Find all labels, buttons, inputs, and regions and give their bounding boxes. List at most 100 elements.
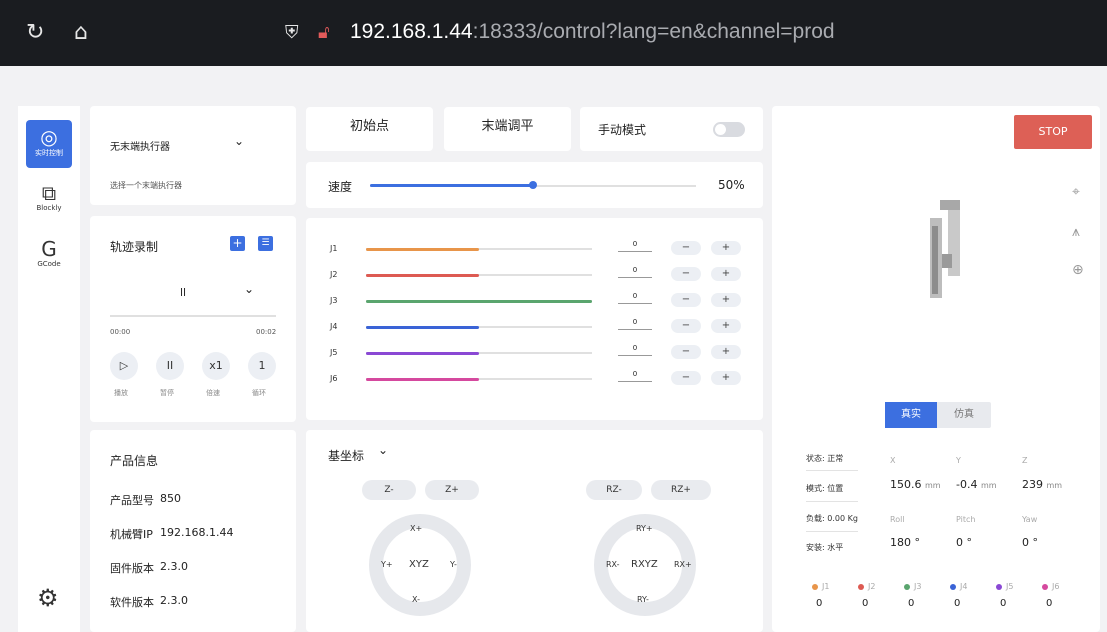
joint-fill: [366, 377, 479, 381]
product-row-value: 2.3.0: [160, 594, 188, 607]
joint-minus-button[interactable]: −: [671, 267, 701, 281]
nav-blockly[interactable]: ⧉ Blockly: [26, 176, 72, 224]
puzzle-icon: ⧉: [41, 181, 57, 205]
joint-value-input[interactable]: 0: [618, 342, 652, 356]
product-info-card: 产品信息 产品型号 850 机械臂IP 192.168.1.44 固件版本 2.3.0 软件…: [90, 430, 296, 632]
x-plus-button[interactable]: X+: [410, 524, 422, 533]
pose-value: 150.6 mm: [890, 478, 941, 491]
play-button[interactable]: ▷: [110, 352, 138, 380]
rotation-header: Pitch: [956, 515, 976, 524]
manual-mode-toggle[interactable]: [713, 122, 745, 137]
rz-plus-button[interactable]: RZ+: [651, 480, 711, 500]
url-path: :18333/control?lang=en&channel=prod: [472, 20, 835, 43]
pose-number: 150.6: [890, 478, 922, 491]
sim-mode-tab[interactable]: 仿真: [937, 402, 991, 428]
real-mode-tab[interactable]: 真实: [885, 402, 937, 428]
end-level-button[interactable]: 末端调平: [444, 107, 571, 151]
effector-select[interactable]: 无末端执行器: [110, 138, 170, 153]
effector-hint: 选择一个末端执行器: [110, 181, 182, 190]
nav-gcode[interactable]: G GCode: [26, 232, 72, 280]
product-row-value: 2.3.0: [160, 560, 188, 573]
joint-value-input[interactable]: 0: [618, 290, 652, 304]
y-minus-button[interactable]: Y-: [450, 560, 457, 569]
home-icon[interactable]: ⌂: [74, 20, 88, 46]
chevron-down-icon[interactable]: ⌄: [378, 443, 388, 457]
speed-card: 速度 50%: [306, 162, 763, 208]
pose-axis-header: Z: [1022, 456, 1028, 465]
speed-multiplier-button[interactable]: x1: [202, 352, 230, 380]
joint-status-value: 0: [1000, 598, 1007, 609]
trajectory-progress[interactable]: [110, 315, 276, 317]
joint-minus-button[interactable]: −: [671, 293, 701, 307]
url-field[interactable]: 192.168.1.44:18333/control?lang=en&chann…: [350, 20, 835, 44]
robot-arm-model: [930, 200, 960, 298]
ry-plus-button[interactable]: RY+: [636, 524, 653, 533]
home-position-button[interactable]: 初始点: [306, 107, 433, 151]
joint-status-value: 0: [816, 598, 823, 609]
rx-minus-button[interactable]: RX-: [606, 560, 620, 569]
joint-plus-button[interactable]: +: [711, 293, 741, 307]
coordinate-frame-select[interactable]: 基坐标: [328, 447, 364, 464]
gear-icon[interactable]: ⚙: [37, 584, 59, 612]
joint-value-input[interactable]: 0: [618, 238, 652, 252]
product-row-value: 850: [160, 492, 181, 505]
list-icon[interactable]: ☰: [258, 236, 273, 251]
shield-icon[interactable]: ⛨: [285, 20, 299, 46]
axes-icon[interactable]: ⩚: [1072, 224, 1080, 240]
time-start: 00:00: [110, 328, 131, 336]
nav-realtime-control[interactable]: ◎ 实时控制: [26, 120, 72, 168]
joint-minus-button[interactable]: −: [671, 319, 701, 333]
joint-plus-button[interactable]: +: [711, 345, 741, 359]
joint-status-value: 0: [954, 598, 961, 609]
trajectory-select[interactable]: ll: [180, 286, 186, 299]
joint-status-value: 0: [862, 598, 869, 609]
joint-label: J1: [330, 244, 338, 253]
joint-minus-button[interactable]: −: [671, 371, 701, 385]
joint-color-dot: [996, 584, 1002, 590]
joint-value-input[interactable]: 0: [618, 264, 652, 278]
joints-card: J1 0− + J2 0− + J3 0− + J4 0− + J5 0− + J6 0− +: [306, 218, 763, 420]
chevron-down-icon[interactable]: ⌄: [244, 282, 254, 296]
speed-slider-handle[interactable]: [529, 181, 537, 189]
pause-button[interactable]: II: [156, 352, 184, 380]
pose-value: 239 mm: [1022, 478, 1062, 491]
joint-label: J5: [330, 348, 338, 357]
time-end: 00:02: [256, 328, 277, 336]
joint-status-name: J6: [1052, 582, 1060, 591]
joint-plus-button[interactable]: +: [711, 267, 741, 281]
rx-plus-button[interactable]: RX+: [674, 560, 692, 569]
joint-color-dot: [904, 584, 910, 590]
chevron-down-icon[interactable]: ⌄: [234, 134, 244, 148]
location-pin-icon[interactable]: ⌖: [1072, 184, 1080, 200]
ry-minus-button[interactable]: RY-: [637, 595, 649, 604]
joint-fill: [366, 325, 479, 329]
control-label: 循环: [252, 389, 266, 397]
joint-value-input[interactable]: 0: [618, 368, 652, 382]
joint-minus-button[interactable]: −: [671, 241, 701, 255]
joint-value-input[interactable]: 0: [618, 316, 652, 330]
nav-label: Blockly: [36, 204, 62, 212]
joint-plus-button[interactable]: +: [711, 241, 741, 255]
g-icon: G: [41, 237, 57, 261]
reload-icon[interactable]: ↻: [26, 20, 44, 46]
add-trajectory-button[interactable]: +: [230, 236, 245, 251]
rz-minus-button[interactable]: RZ-: [586, 480, 642, 500]
insecure-lock-icon[interactable]: 🔓︎: [318, 20, 330, 46]
x-minus-button[interactable]: X-: [412, 595, 420, 604]
rxyz-center-label: RXYZ: [631, 559, 658, 570]
rotation-header: Yaw: [1022, 515, 1038, 524]
pose-unit: mm: [1046, 481, 1063, 490]
rotation-value: 0 °: [956, 536, 972, 549]
joint-minus-button[interactable]: −: [671, 345, 701, 359]
joint-plus-button[interactable]: +: [711, 319, 741, 333]
crosshair-icon[interactable]: ⊕: [1072, 262, 1084, 278]
stop-button[interactable]: STOP: [1014, 115, 1092, 149]
z-minus-button[interactable]: Z-: [362, 480, 416, 500]
joint-plus-button[interactable]: +: [711, 371, 741, 385]
control-label: 暂停: [160, 389, 174, 397]
loop-button[interactable]: 1: [248, 352, 276, 380]
joint-fill: [366, 351, 479, 355]
trajectory-title: 轨迹录制: [110, 240, 159, 254]
z-plus-button[interactable]: Z+: [425, 480, 479, 500]
y-plus-button[interactable]: Y+: [381, 560, 393, 569]
